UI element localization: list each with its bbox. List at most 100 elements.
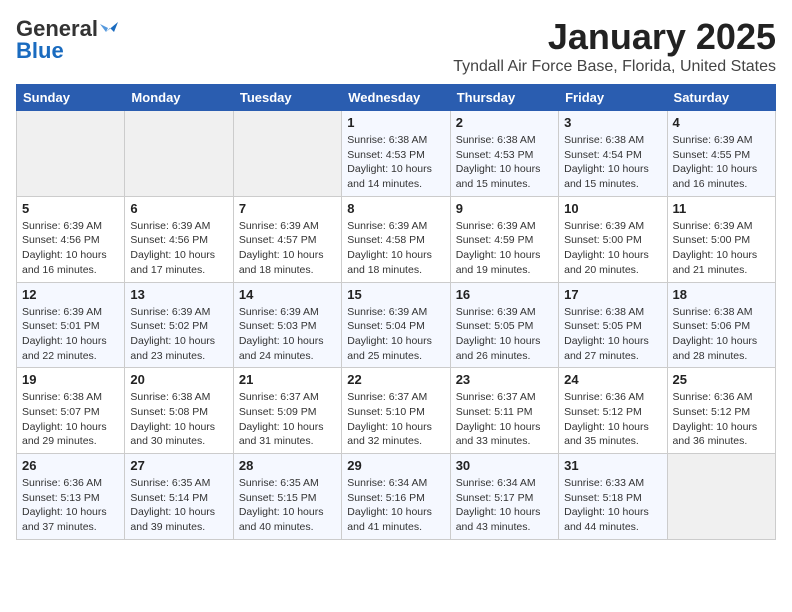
day-number: 16 [456,287,553,302]
calendar-week-row: 26 Sunrise: 6:36 AMSunset: 5:13 PMDayligh… [17,454,776,540]
table-row: 14 Sunrise: 6:39 AMSunset: 5:03 PMDayligh… [233,282,341,368]
day-info: Sunrise: 6:38 AMSunset: 5:08 PMDaylight:… [130,390,227,449]
logo-blue-text: Blue [16,38,64,64]
col-monday: Monday [125,85,233,111]
table-row: 15 Sunrise: 6:39 AMSunset: 5:04 PMDayligh… [342,282,450,368]
day-info: Sunrise: 6:36 AMSunset: 5:12 PMDaylight:… [673,390,770,449]
col-friday: Friday [559,85,667,111]
day-number: 3 [564,115,661,130]
day-info: Sunrise: 6:33 AMSunset: 5:18 PMDaylight:… [564,476,661,535]
table-row: 21Sunrise: 6:37 AMSunset: 5:09 PMDayligh… [233,368,341,454]
col-thursday: Thursday [450,85,558,111]
day-number: 2 [456,115,553,130]
day-number: 27 [130,458,227,473]
day-info: Sunrise: 6:37 AMSunset: 5:11 PMDaylight:… [456,390,553,449]
table-row: 29 Sunrise: 6:34 AMSunset: 5:16 PMDayligh… [342,454,450,540]
calendar-week-row: 19 Sunrise: 6:38 AMSunset: 5:07 PMDayligh… [17,368,776,454]
day-info: Sunrise: 6:36 AMSunset: 5:13 PMDaylight:… [22,476,119,535]
table-row: 18 Sunrise: 6:38 AMSunset: 5:06 PMDayligh… [667,282,775,368]
table-row: 26 Sunrise: 6:36 AMSunset: 5:13 PMDayligh… [17,454,125,540]
calendar-week-row: 1 Sunrise: 6:38 AMSunset: 4:53 PMDaylight… [17,111,776,197]
page-header: General Blue January 2025 Tyndall Air Fo… [16,16,776,76]
day-info: Sunrise: 6:38 AMSunset: 5:06 PMDaylight:… [673,305,770,364]
table-row: 11Sunrise: 6:39 AMSunset: 5:00 PMDayligh… [667,196,775,282]
day-info: Sunrise: 6:39 AMSunset: 5:03 PMDaylight:… [239,305,336,364]
table-row: 6 Sunrise: 6:39 AMSunset: 4:56 PMDaylight… [125,196,233,282]
table-row: 20Sunrise: 6:38 AMSunset: 5:08 PMDayligh… [125,368,233,454]
day-number: 31 [564,458,661,473]
calendar-header-row: Sunday Monday Tuesday Wednesday Thursday… [17,85,776,111]
calendar-table: Sunday Monday Tuesday Wednesday Thursday… [16,84,776,540]
title-block: January 2025 Tyndall Air Force Base, Flo… [453,16,776,76]
day-number: 24 [564,372,661,387]
day-info: Sunrise: 6:39 AMSunset: 4:59 PMDaylight:… [456,219,553,278]
day-info: Sunrise: 6:39 AMSunset: 4:56 PMDaylight:… [22,219,119,278]
day-info: Sunrise: 6:34 AMSunset: 5:16 PMDaylight:… [347,476,444,535]
day-number: 12 [22,287,119,302]
day-number: 26 [22,458,119,473]
page-subtitle: Tyndall Air Force Base, Florida, United … [453,58,776,76]
day-info: Sunrise: 6:39 AMSunset: 4:57 PMDaylight:… [239,219,336,278]
day-number: 23 [456,372,553,387]
day-number: 10 [564,201,661,216]
table-row: 23 Sunrise: 6:37 AMSunset: 5:11 PMDayligh… [450,368,558,454]
table-row [667,454,775,540]
day-info: Sunrise: 6:37 AMSunset: 5:09 PMDaylight:… [239,390,336,449]
table-row: 17 Sunrise: 6:38 AMSunset: 5:05 PMDayligh… [559,282,667,368]
day-number: 18 [673,287,770,302]
day-info: Sunrise: 6:38 AMSunset: 4:53 PMDaylight:… [347,133,444,192]
page-title: January 2025 [453,16,776,58]
day-number: 22 [347,372,444,387]
day-info: Sunrise: 6:39 AMSunset: 5:00 PMDaylight:… [564,219,661,278]
calendar-week-row: 5 Sunrise: 6:39 AMSunset: 4:56 PMDaylight… [17,196,776,282]
logo-bird-icon [100,18,118,36]
day-number: 8 [347,201,444,216]
day-info: Sunrise: 6:39 AMSunset: 5:04 PMDaylight:… [347,305,444,364]
day-info: Sunrise: 6:39 AMSunset: 5:05 PMDaylight:… [456,305,553,364]
day-info: Sunrise: 6:39 AMSunset: 4:58 PMDaylight:… [347,219,444,278]
table-row: 22Sunrise: 6:37 AMSunset: 5:10 PMDayligh… [342,368,450,454]
table-row: 7Sunrise: 6:39 AMSunset: 4:57 PMDaylight… [233,196,341,282]
table-row: 12Sunrise: 6:39 AMSunset: 5:01 PMDayligh… [17,282,125,368]
logo: General Blue [16,16,118,64]
day-number: 17 [564,287,661,302]
day-number: 13 [130,287,227,302]
day-number: 5 [22,201,119,216]
table-row: 25Sunrise: 6:36 AMSunset: 5:12 PMDayligh… [667,368,775,454]
table-row: 27 Sunrise: 6:35 AMSunset: 5:14 PMDayligh… [125,454,233,540]
day-info: Sunrise: 6:35 AMSunset: 5:15 PMDaylight:… [239,476,336,535]
table-row [233,111,341,197]
table-row: 30 Sunrise: 6:34 AMSunset: 5:17 PMDayligh… [450,454,558,540]
calendar-week-row: 12Sunrise: 6:39 AMSunset: 5:01 PMDayligh… [17,282,776,368]
table-row: 16 Sunrise: 6:39 AMSunset: 5:05 PMDayligh… [450,282,558,368]
table-row [125,111,233,197]
table-row: 19 Sunrise: 6:38 AMSunset: 5:07 PMDayligh… [17,368,125,454]
col-tuesday: Tuesday [233,85,341,111]
table-row: 1 Sunrise: 6:38 AMSunset: 4:53 PMDaylight… [342,111,450,197]
day-info: Sunrise: 6:34 AMSunset: 5:17 PMDaylight:… [456,476,553,535]
table-row: 10 Sunrise: 6:39 AMSunset: 5:00 PMDayligh… [559,196,667,282]
table-row: 31 Sunrise: 6:33 AMSunset: 5:18 PMDayligh… [559,454,667,540]
day-info: Sunrise: 6:35 AMSunset: 5:14 PMDaylight:… [130,476,227,535]
day-info: Sunrise: 6:39 AMSunset: 4:56 PMDaylight:… [130,219,227,278]
day-number: 30 [456,458,553,473]
day-info: Sunrise: 6:38 AMSunset: 5:07 PMDaylight:… [22,390,119,449]
day-number: 6 [130,201,227,216]
table-row: 28 Sunrise: 6:35 AMSunset: 5:15 PMDayligh… [233,454,341,540]
day-info: Sunrise: 6:38 AMSunset: 4:53 PMDaylight:… [456,133,553,192]
day-info: Sunrise: 6:39 AMSunset: 5:02 PMDaylight:… [130,305,227,364]
day-info: Sunrise: 6:38 AMSunset: 4:54 PMDaylight:… [564,133,661,192]
table-row: 13 Sunrise: 6:39 AMSunset: 5:02 PMDayligh… [125,282,233,368]
col-saturday: Saturday [667,85,775,111]
day-number: 29 [347,458,444,473]
day-number: 14 [239,287,336,302]
day-number: 1 [347,115,444,130]
table-row: 3 Sunrise: 6:38 AMSunset: 4:54 PMDaylight… [559,111,667,197]
day-info: Sunrise: 6:36 AMSunset: 5:12 PMDaylight:… [564,390,661,449]
table-row: 24 Sunrise: 6:36 AMSunset: 5:12 PMDayligh… [559,368,667,454]
day-info: Sunrise: 6:38 AMSunset: 5:05 PMDaylight:… [564,305,661,364]
day-number: 15 [347,287,444,302]
day-number: 19 [22,372,119,387]
day-number: 28 [239,458,336,473]
table-row: 8 Sunrise: 6:39 AMSunset: 4:58 PMDaylight… [342,196,450,282]
